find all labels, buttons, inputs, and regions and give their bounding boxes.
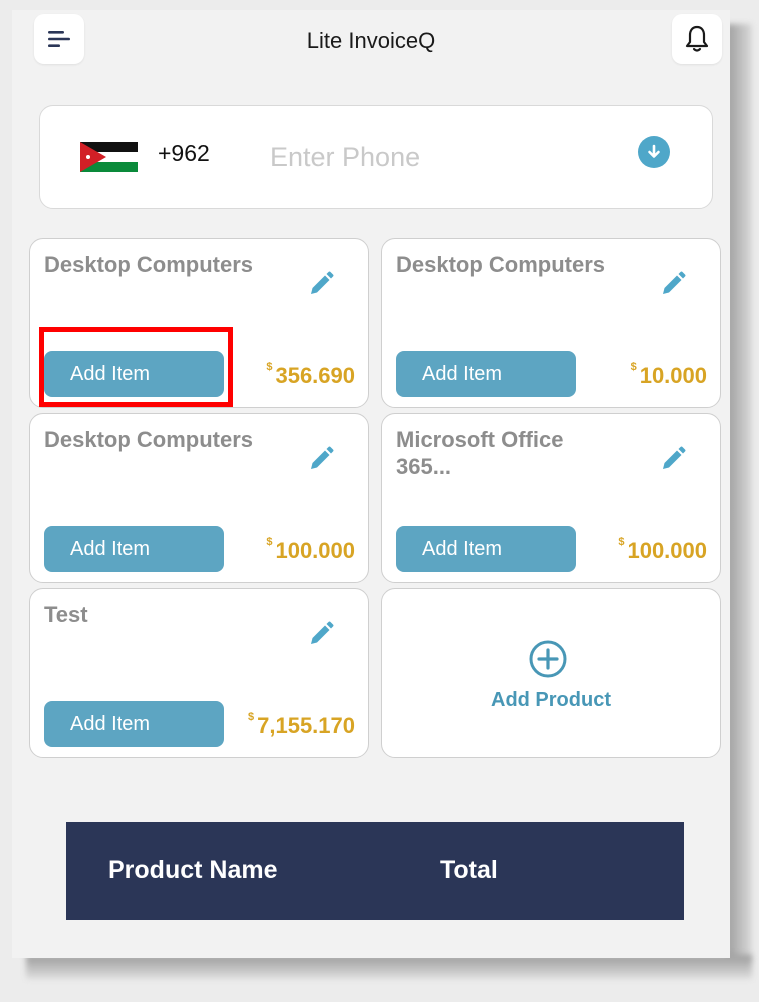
price-value: 100.000 bbox=[627, 538, 707, 563]
invoice-table-header: Product Name Total bbox=[66, 822, 684, 920]
add-circle-icon bbox=[529, 640, 567, 678]
product-card: Microsoft Office 365... Add Item $100.00… bbox=[381, 413, 721, 583]
currency-symbol: $ bbox=[266, 361, 273, 373]
product-name: Desktop Computers bbox=[396, 252, 606, 277]
edit-pencil-icon[interactable] bbox=[306, 444, 336, 474]
product-name: Desktop Computers bbox=[44, 252, 254, 277]
top-bar: Lite InvoiceQ bbox=[12, 10, 730, 70]
edit-pencil-icon[interactable] bbox=[658, 269, 688, 299]
product-card: Desktop Computers Add Item $10.000 bbox=[381, 238, 721, 408]
edit-pencil-icon[interactable] bbox=[306, 269, 336, 299]
product-card: Desktop Computers Add Item $100.000 bbox=[29, 413, 369, 583]
edit-pencil-icon[interactable] bbox=[658, 444, 688, 474]
notifications-button[interactable] bbox=[672, 14, 722, 64]
add-item-button[interactable]: Add Item bbox=[396, 526, 576, 572]
edit-pencil-icon[interactable] bbox=[306, 619, 336, 649]
country-dial-code[interactable]: +962 bbox=[158, 140, 210, 167]
phone-input-card: +962 bbox=[39, 105, 713, 209]
window-shadow-bottom bbox=[26, 955, 752, 979]
price-value: 356.690 bbox=[275, 363, 355, 388]
highlight-box bbox=[39, 327, 233, 407]
product-name: Test bbox=[44, 602, 88, 627]
product-card: Test Add Item $7,155.170 bbox=[29, 588, 369, 758]
price-value: 100.000 bbox=[275, 538, 355, 563]
currency-symbol: $ bbox=[266, 536, 273, 548]
bell-icon bbox=[685, 25, 709, 52]
currency-symbol: $ bbox=[248, 711, 255, 723]
product-name: Desktop Computers bbox=[44, 427, 254, 452]
currency-symbol: $ bbox=[618, 536, 625, 548]
product-price: $10.000 bbox=[630, 361, 707, 389]
product-price: $100.000 bbox=[266, 536, 355, 564]
product-name: Microsoft Office 365... bbox=[396, 427, 564, 479]
column-header-total: Total bbox=[440, 856, 498, 884]
app-title: Lite InvoiceQ bbox=[306, 28, 436, 53]
column-header-product-name: Product Name bbox=[108, 856, 278, 884]
add-item-button[interactable]: Add Item bbox=[44, 701, 224, 747]
app-screen: Lite InvoiceQ +962 Desktop Computers bbox=[12, 10, 730, 958]
jordan-flag-icon bbox=[80, 142, 138, 172]
country-dropdown-button[interactable] bbox=[638, 136, 670, 168]
price-value: 10.000 bbox=[639, 363, 707, 388]
add-product-label: Add Product bbox=[491, 689, 611, 711]
add-item-button[interactable]: Add Item bbox=[396, 351, 576, 397]
product-price: $356.690 bbox=[266, 361, 355, 389]
currency-symbol: $ bbox=[630, 361, 637, 373]
add-item-button[interactable]: Add Item bbox=[44, 526, 224, 572]
add-product-card[interactable]: Add Product bbox=[381, 588, 721, 758]
product-price: $100.000 bbox=[618, 536, 707, 564]
price-value: 7,155.170 bbox=[257, 713, 355, 738]
product-price: $7,155.170 bbox=[248, 711, 355, 739]
phone-input[interactable] bbox=[268, 136, 632, 178]
arrow-down-icon bbox=[648, 144, 660, 158]
